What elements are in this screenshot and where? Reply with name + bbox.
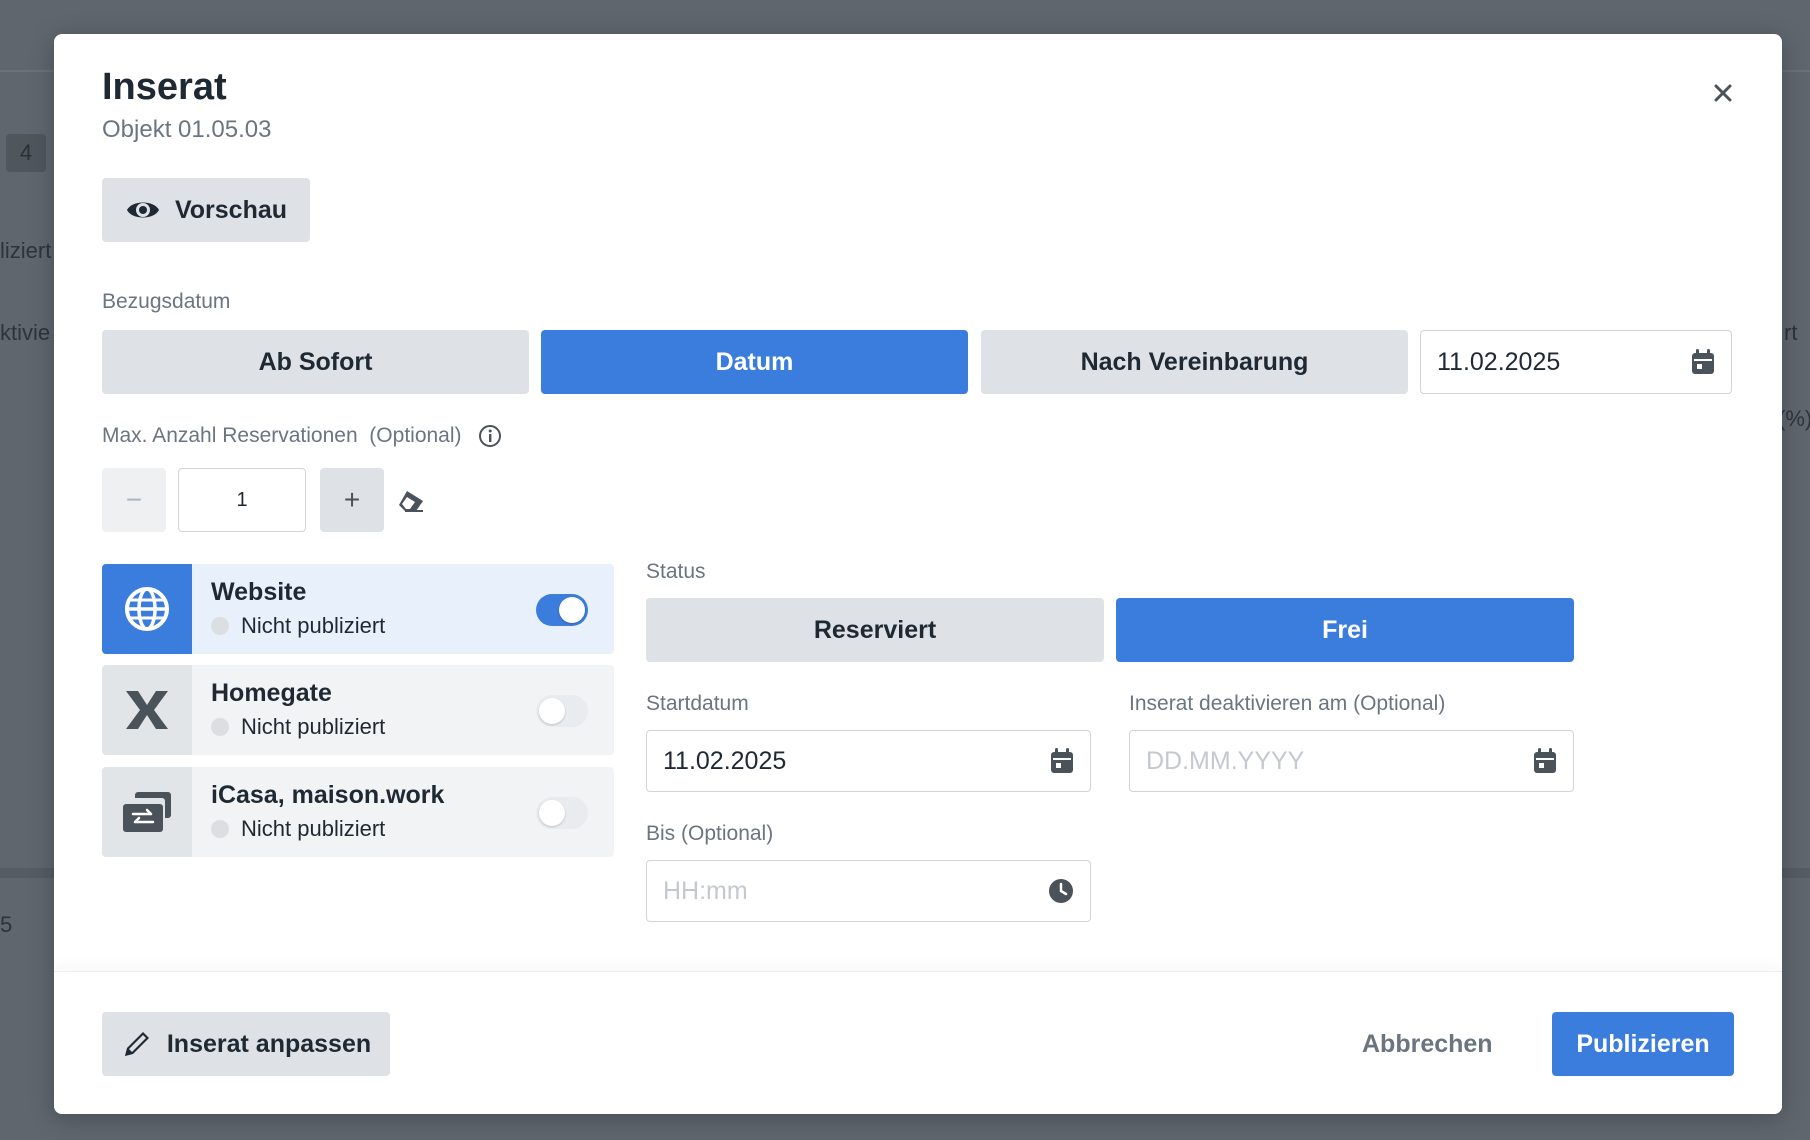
calendar-icon [1534,748,1556,773]
bg-text-publiziert: liziert [0,238,52,263]
inserat-modal: Inserat Objekt 01.05.03 Vorschau Bezugsd… [54,34,1782,1114]
edit-listing-button[interactable]: Inserat anpassen [102,1012,390,1076]
channel-icasa: iCasa, maison.work Nicht publiziert [102,767,614,857]
modal-subtitle: Objekt 01.05.03 [102,116,272,143]
move-in-option-agreement[interactable]: Nach Vereinbarung [981,330,1408,394]
start-date-input[interactable]: 11.02.2025 [646,730,1091,792]
channel-status: Nicht publiziert [241,816,386,841]
status-option-reserved[interactable]: Reserviert [646,598,1104,662]
bg-badge: 4 [6,134,46,172]
channel-homegate: Homegate Nicht publiziert [102,665,614,755]
modal-title: Inserat [102,66,227,108]
info-icon[interactable] [478,424,502,448]
move-in-option-date[interactable]: Datum [541,330,968,394]
start-date-label: Startdatum [646,692,749,715]
bg-text-rt: rt [1784,320,1798,345]
clock-icon [1049,879,1073,903]
deactivate-label: Inserat deaktivieren am (Optional) [1129,692,1446,715]
status-dot [211,617,229,635]
bg-text-aktiviert: ktivie [0,320,51,345]
edit-listing-label: Inserat anpassen [166,1029,372,1058]
move-in-date-input[interactable]: 11.02.2025 [1420,330,1732,394]
deactivate-date-input[interactable]: DD.MM.YYYY [1129,730,1574,792]
increment-button[interactable]: + [320,468,384,532]
channel-website: Website Nicht publiziert [102,564,614,654]
channel-status: Nicht publiziert [241,714,386,739]
reservations-label-text: Max. Anzahl Reservationen (Optional) [102,424,462,447]
calendar-icon [1692,349,1714,374]
preview-button[interactable]: Vorschau [102,178,310,242]
channel-icon-box [102,767,192,857]
cancel-button[interactable]: Abbrechen [1362,1012,1493,1076]
transfer-icon [123,792,171,832]
channel-icon-box [102,665,192,755]
status-label: Status [646,560,706,583]
toggle-website[interactable] [536,594,588,626]
bg-text-percent: (%) [1778,406,1810,431]
close-icon [1714,84,1732,102]
bg-text-five: 5 [0,912,13,937]
reservations-input[interactable]: 1 [178,468,306,532]
decrement-button[interactable]: − [102,468,166,532]
start-date-value: 11.02.2025 [663,746,787,775]
channel-icon-box [102,564,192,654]
reservations-label: Max. Anzahl Reservationen (Optional) [102,424,502,448]
close-button[interactable] [1708,78,1738,108]
until-time-input[interactable]: HH:mm [646,860,1091,922]
clear-button[interactable] [396,486,426,516]
channel-status: Nicht publiziert [241,613,386,638]
status-dot [211,820,229,838]
toggle-homegate[interactable] [536,695,588,727]
status-dot [211,718,229,736]
move-in-option-immediately[interactable]: Ab Sofort [102,330,529,394]
eye-icon [126,202,159,218]
toggle-icasa[interactable] [536,797,588,829]
calendar-icon [1051,748,1073,773]
pencil-icon [124,1032,149,1056]
move-in-label: Bezugsdatum [102,290,231,313]
globe-icon [125,587,169,631]
homegate-logo-icon [126,691,168,729]
until-label: Bis (Optional) [646,822,774,845]
status-option-free[interactable]: Frei [1116,598,1574,662]
until-time-placeholder: HH:mm [663,876,748,905]
move-in-date-value: 11.02.2025 [1437,347,1561,376]
deactivate-date-placeholder: DD.MM.YYYY [1146,746,1305,775]
modal-footer: Inserat anpassen Abbrechen Publizieren [54,971,1782,1114]
publish-button[interactable]: Publizieren [1552,1012,1734,1076]
preview-label: Vorschau [174,195,288,224]
eraser-icon [399,491,423,512]
